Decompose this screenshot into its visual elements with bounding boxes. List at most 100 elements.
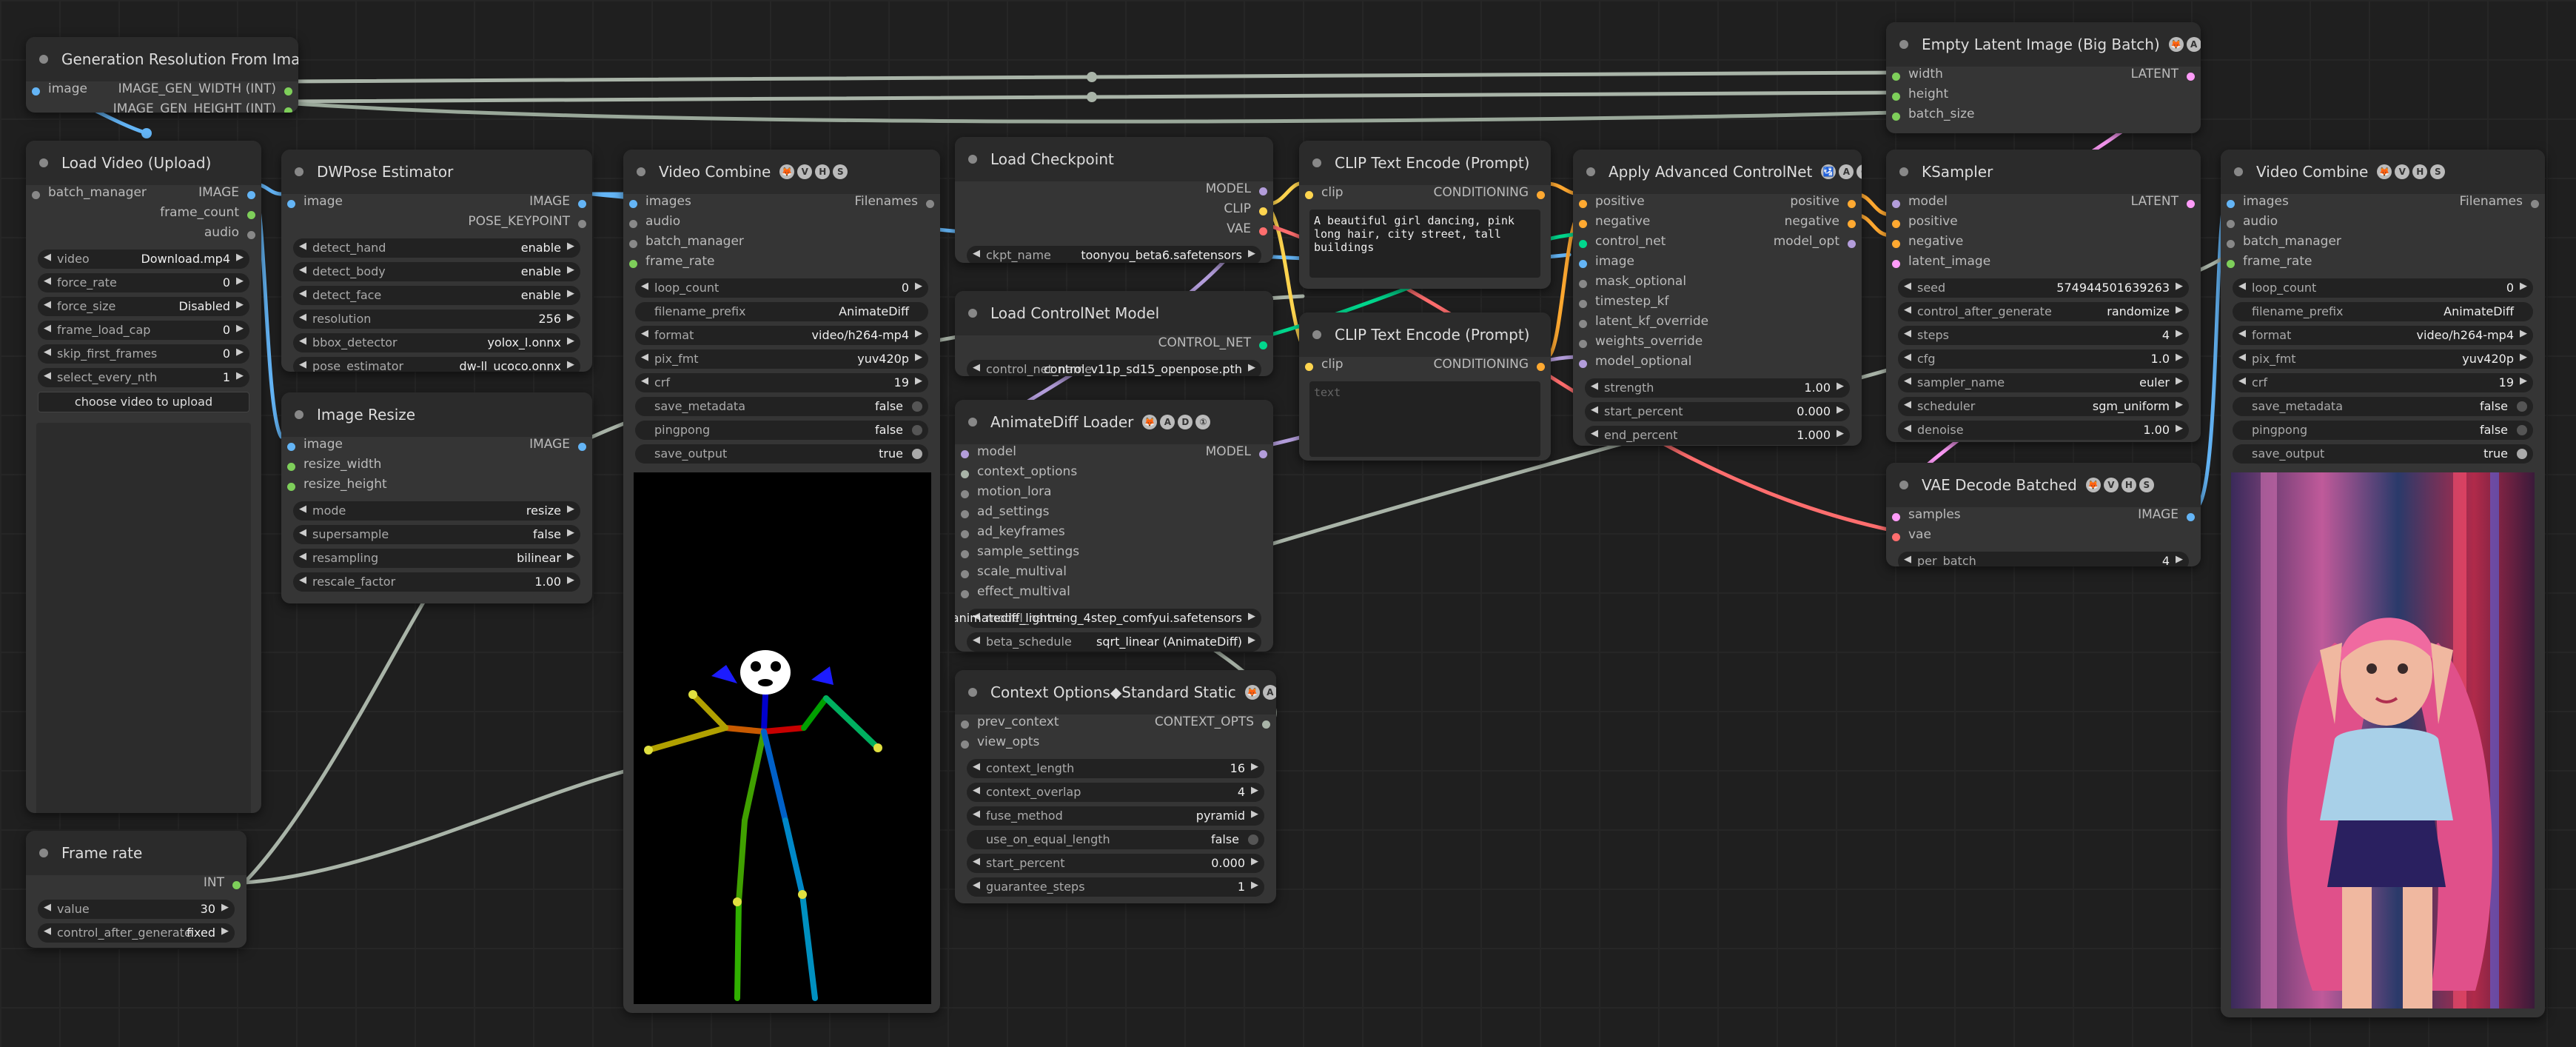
widget-loop-count[interactable]: ◀ loop_count 0 ▶ xyxy=(2233,278,2533,298)
widget-detect-body[interactable]: ◀ detect_body enable ▶ xyxy=(293,262,580,281)
widget-bbox-detector[interactable]: ◀ bbox_detector yolox_l.onnx ▶ xyxy=(293,333,580,352)
widget-context-length[interactable]: ◀ context_length 16 ▶ xyxy=(967,759,1264,778)
output-socket[interactable] xyxy=(1848,200,1856,208)
widget-value[interactable]: ◀ value 30 ▶ xyxy=(38,900,235,919)
node-header[interactable]: VAE Decode Batched 🦊 V H S xyxy=(1886,463,2201,507)
input-socket[interactable] xyxy=(629,220,637,228)
input-socket[interactable] xyxy=(1892,113,1900,121)
widget-detect-hand[interactable]: ◀ detect_hand enable ▶ xyxy=(293,238,580,258)
toggle-pingpong[interactable]: pingpong false xyxy=(2233,421,2533,440)
negative-prompt-textarea[interactable]: text xyxy=(1309,381,1540,457)
output-socket[interactable] xyxy=(578,443,586,451)
input-socket[interactable] xyxy=(1579,220,1587,228)
widget-filename-prefix[interactable]: filename_prefix AnimateDiff xyxy=(2233,302,2533,321)
node-load-video[interactable]: Load Video (Upload) batch_manager IMAGE f… xyxy=(26,141,261,813)
output-socket[interactable] xyxy=(1259,227,1267,235)
widget-pix-fmt[interactable]: ◀ pix_fmt yuv420p ▶ xyxy=(2233,349,2533,369)
output-socket[interactable] xyxy=(1848,220,1856,228)
widget-denoise[interactable]: ◀ denoise 1.00 ▶ xyxy=(1898,421,2189,440)
input-socket[interactable] xyxy=(961,530,969,538)
node-header[interactable]: Context Options◆Standard Static 🦊AD xyxy=(955,670,1276,715)
widget-per-batch[interactable]: ◀ per_batch 4 ▶ xyxy=(1898,552,2189,566)
toggle-save-metadata[interactable]: save_metadata false xyxy=(635,397,928,416)
node-load-controlnet[interactable]: Load ControlNet Model CONTROL_NET ◀ contr… xyxy=(955,291,1273,376)
input-socket[interactable] xyxy=(1579,280,1587,288)
toggle-save-output[interactable]: save_output true xyxy=(635,444,928,464)
output-socket[interactable] xyxy=(1259,187,1267,195)
widget-mode[interactable]: ◀ mode resize ▶ xyxy=(293,501,580,521)
output-socket[interactable] xyxy=(2531,200,2539,208)
node-header[interactable]: Apply Advanced ControlNet 🛂ACN xyxy=(1573,150,1862,194)
node-header[interactable]: Empty Latent Image (Big Batch) 🦊AD xyxy=(1886,22,2201,67)
input-socket[interactable] xyxy=(1305,191,1313,199)
input-socket[interactable] xyxy=(2227,200,2235,208)
toggle-use-on-equal-length[interactable]: use_on_equal_length false xyxy=(967,830,1264,849)
output-socket[interactable] xyxy=(1259,450,1267,458)
widget-strength[interactable]: ◀ strength 1.00 ▶ xyxy=(1585,378,1850,398)
input-socket[interactable] xyxy=(1579,360,1587,368)
input-socket[interactable] xyxy=(2227,220,2235,228)
widget-control-after-generate[interactable]: ◀ control_after_generate fixed ▶ xyxy=(38,923,235,943)
node-header[interactable]: Load ControlNet Model xyxy=(955,291,1273,335)
widget-beta-schedule[interactable]: ◀ beta_schedule sqrt_linear (AnimateDiff) ▶ xyxy=(967,632,1261,652)
input-socket[interactable] xyxy=(961,570,969,578)
input-socket[interactable] xyxy=(629,260,637,268)
node-video-combine-output[interactable]: Video Combine 🦊 V H S images Filenames audio… xyxy=(2221,150,2545,1017)
widget-start-percent[interactable]: ◀ start_percent 0.000 ▶ xyxy=(967,854,1264,873)
output-socket[interactable] xyxy=(1259,341,1267,349)
widget-cfg[interactable]: ◀ cfg 1.0 ▶ xyxy=(1898,349,2189,369)
input-socket[interactable] xyxy=(1579,260,1587,268)
widget-seed[interactable]: ◀ seed 574944501639263 ▶ xyxy=(1898,278,2189,298)
node-header[interactable]: Video Combine 🦊 V H S xyxy=(2221,150,2545,194)
widget-format[interactable]: ◀ format video/h264-mp4 ▶ xyxy=(635,326,928,345)
input-socket[interactable] xyxy=(1579,320,1587,328)
widget-scheduler[interactable]: ◀ scheduler sgm_uniform ▶ xyxy=(1898,397,2189,416)
widget-sampler-name[interactable]: ◀ sampler_name euler ▶ xyxy=(1898,373,2189,392)
output-socket[interactable] xyxy=(247,211,255,219)
widget-steps[interactable]: ◀ steps 4 ▶ xyxy=(1898,326,2189,345)
input-socket[interactable] xyxy=(1892,73,1900,81)
input-socket[interactable] xyxy=(1892,220,1900,228)
node-frame-rate[interactable]: Frame rate INT ◀ value 30 ▶ ◀ control_after_… xyxy=(26,831,246,948)
input-socket[interactable] xyxy=(2227,260,2235,268)
node-empty-latent-image[interactable]: Empty Latent Image (Big Batch) 🦊AD width… xyxy=(1886,22,2201,133)
input-socket[interactable] xyxy=(1892,200,1900,208)
node-header[interactable]: Frame rate xyxy=(26,831,246,875)
output-socket[interactable] xyxy=(578,200,586,208)
input-socket[interactable] xyxy=(1892,260,1900,268)
widget-loop-count[interactable]: ◀ loop_count 0 ▶ xyxy=(635,278,928,298)
node-dwpose-estimator[interactable]: DWPose Estimator image IMAGE POSE_KEYPOIN… xyxy=(281,150,592,372)
input-socket[interactable] xyxy=(1579,240,1587,248)
prompt-textarea[interactable]: A beautiful girl dancing, pink long hair… xyxy=(1309,210,1540,278)
widget-ckpt-name[interactable]: ◀ ckpt_name toonyou_beta6.safetensors ▶ xyxy=(967,246,1261,263)
node-animatediff-loader[interactable]: AnimateDiff Loader 🦊 A D ① model MODEL conte… xyxy=(955,400,1273,652)
input-socket[interactable] xyxy=(1892,240,1900,248)
input-socket[interactable] xyxy=(1892,533,1900,541)
input-socket[interactable] xyxy=(32,191,40,199)
output-socket[interactable] xyxy=(926,200,934,208)
node-vae-decode-batched[interactable]: VAE Decode Batched 🦊 V H S samples IMAGE vae… xyxy=(1886,463,2201,566)
output-socket[interactable] xyxy=(247,231,255,239)
toggle-save-output[interactable]: save_output true xyxy=(2233,444,2533,464)
node-header[interactable]: KSampler xyxy=(1886,150,2201,194)
output-socket[interactable] xyxy=(1537,363,1545,371)
widget-control-net-name[interactable]: ◀ control_net_name control_v11p_sd15_openp… xyxy=(967,360,1261,376)
node-header[interactable]: CLIP Text Encode (Prompt) xyxy=(1299,312,1551,357)
widget-end-percent[interactable]: ◀ end_percent 1.000 ▶ xyxy=(1585,426,1850,445)
node-video-combine-pose[interactable]: Video Combine 🦊 V H S images Filenames audio… xyxy=(623,150,940,1013)
widget-crf[interactable]: ◀ crf 19 ▶ xyxy=(635,373,928,392)
output-socket[interactable] xyxy=(1537,191,1545,199)
node-generation-resolution[interactable]: Generation Resolution From Image image IM… xyxy=(26,37,298,113)
toggle-save-metadata[interactable]: save_metadata false xyxy=(2233,397,2533,416)
widget-pix-fmt[interactable]: ◀ pix_fmt yuv420p ▶ xyxy=(635,349,928,369)
node-load-checkpoint[interactable]: Load Checkpoint MODEL CLIP VAE ◀ ckpt_nam… xyxy=(955,137,1273,263)
output-socket[interactable] xyxy=(2187,513,2195,521)
widget-force-rate[interactable]: ◀ force_rate 0 ▶ xyxy=(38,273,249,292)
node-header[interactable]: CLIP Text Encode (Prompt) xyxy=(1299,141,1551,185)
input-socket[interactable] xyxy=(629,240,637,248)
node-header[interactable]: Video Combine 🦊 V H S xyxy=(623,150,940,194)
output-socket[interactable] xyxy=(1848,240,1856,248)
widget-model-name[interactable]: ◀ model_name animatediff_lightning_4step_c… xyxy=(955,609,1261,628)
input-socket[interactable] xyxy=(1579,340,1587,348)
output-socket[interactable] xyxy=(247,191,255,199)
